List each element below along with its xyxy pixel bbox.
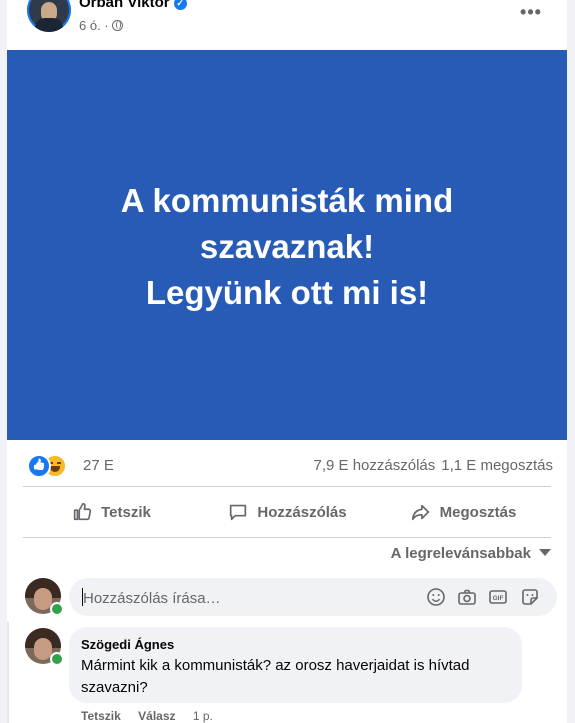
comment-reply-link[interactable]: Válasz [138,709,175,723]
comment-actions: Tetszik Válasz 1 p. [81,709,227,723]
globe-icon [112,20,124,31]
comment-like-link[interactable]: Tetszik [81,709,121,723]
like-reaction-icon [27,454,51,478]
comment-time[interactable]: 1 p. [193,709,213,723]
post-meta: 6 ó. · [79,18,124,33]
like-button-label: Tetszik [101,503,151,521]
reactions-count[interactable]: 27 E [83,457,114,474]
banner-line-2: szavaznak! [199,228,375,265]
comment-text: Mármint kik a kommunisták? az orosz have… [81,657,470,696]
comments-count[interactable]: 7,9 E hozzászólás [314,457,436,474]
like-button[interactable]: Tetszik [23,487,199,537]
text-cursor [82,588,83,606]
shares-count[interactable]: 1,1 E megosztás [441,457,553,474]
post-banner[interactable]: A kommunisták mind szavaznak! Legyünk ot… [7,50,567,440]
verified-badge-icon: ✓ [173,0,187,10]
comment-icon [230,504,247,521]
online-status-icon [50,602,64,616]
more-options-icon[interactable]: ••• [515,3,547,24]
emoji-icon[interactable] [426,587,446,607]
post-stats: 7,9 E hozzászólás 1,1 E megosztás [314,457,553,474]
online-status-icon [50,652,64,666]
avatar-suit [35,18,63,32]
banner-line-3: Legyünk ott mi is! [145,274,429,311]
gif-icon[interactable]: GIF [488,587,508,607]
thumbs-up-icon [73,502,92,521]
post-time[interactable]: 6 ó. · [79,18,109,33]
svg-text:GIF: GIF [493,595,504,602]
comment-author[interactable]: Szögedi Ágnes [81,637,174,652]
haha-eye-right [57,462,61,464]
share-button[interactable]: Megosztás [375,487,551,537]
comment-button-label: Hozzászólás [257,503,347,521]
comment-composer[interactable]: GIF [69,578,557,618]
sort-label: A legrelevánsabbak [390,545,531,562]
post-author-name[interactable]: Orbán Viktor [79,0,170,11]
sort-dropdown[interactable]: A legrelevánsabbak [391,545,551,562]
share-icon [411,504,429,521]
post-card: Orbán Viktor ✓ 6 ó. · ••• A kommunisták m… [7,0,567,723]
banner-line-1: A kommunisták mind [120,182,454,219]
comment-input[interactable] [81,578,415,618]
camera-icon[interactable] [457,587,477,607]
action-bar: Tetszik Hozzászólás Megosztás [23,487,551,537]
share-button-label: Megosztás [439,503,517,521]
divider-bottom [23,537,551,538]
haha-mouth [50,466,60,472]
caret-down-icon [539,549,551,556]
post-author[interactable]: Orbán Viktor ✓ [79,0,187,11]
banner-text: A kommunisták mind szavaznak! Legyünk ot… [67,178,507,316]
comment-button[interactable]: Hozzászólás [199,487,375,537]
thread-line [7,622,9,723]
author-avatar[interactable] [27,0,71,32]
comment-bubble: Szögedi Ágnes Mármint kik a kommunisták?… [69,627,522,703]
sticker-icon[interactable] [520,587,540,607]
